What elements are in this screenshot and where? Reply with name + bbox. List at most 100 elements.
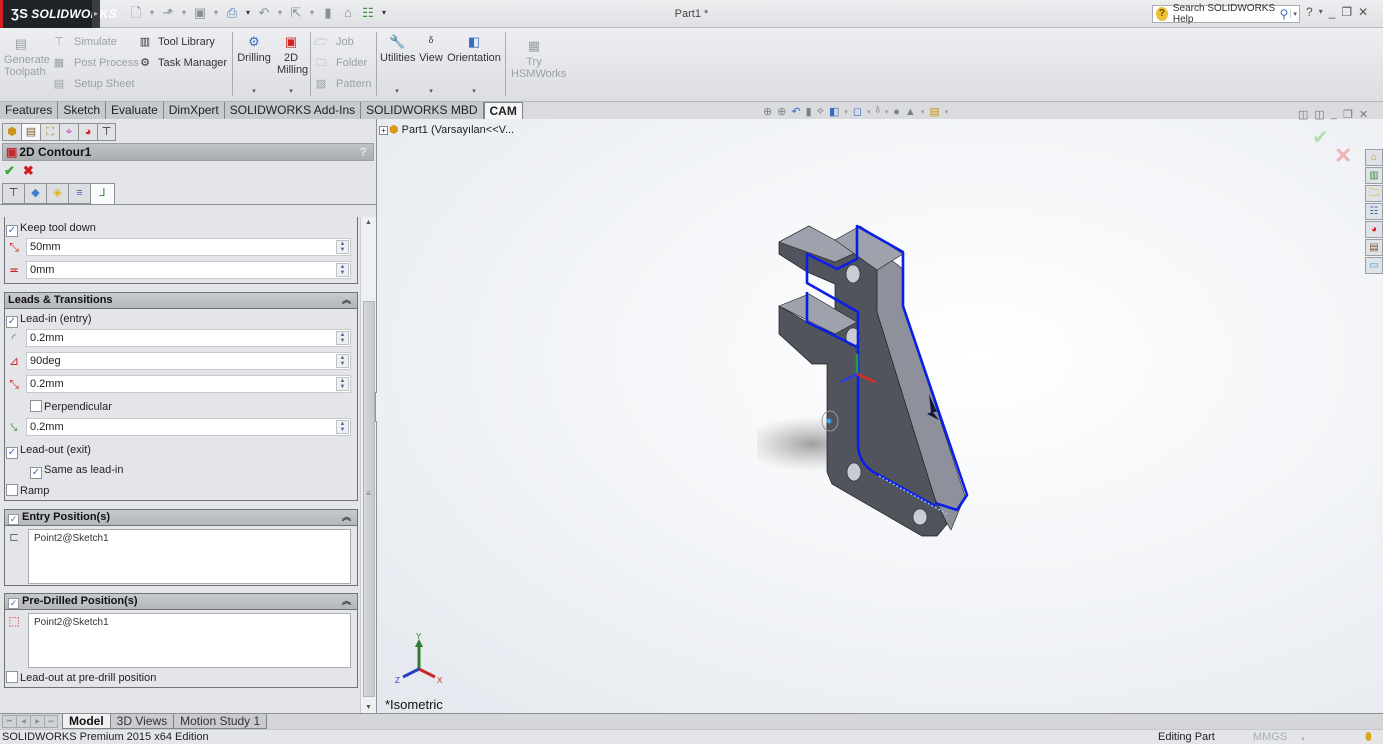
tab-solidworks-mbd[interactable]: SOLIDWORKS MBD — [361, 102, 484, 119]
cancel-x-icon[interactable]: ✖ — [23, 163, 34, 179]
dimxpert-manager-icon[interactable]: ⌖ — [59, 123, 78, 141]
spin-buttons[interactable]: ▲ ▼ — [336, 377, 349, 391]
view-button[interactable]: ᵟ View ▾ — [418, 34, 444, 100]
spin-buttons[interactable]: ▲ ▼ — [336, 331, 349, 345]
utilities-dropdown[interactable]: ▾ — [380, 86, 414, 98]
display-style-icon[interactable]: ◻ — [853, 105, 862, 118]
tool-tab[interactable]: ⊤ — [2, 183, 24, 204]
display-style-dropdown[interactable]: ▾ — [867, 108, 871, 116]
linking-tab[interactable]: ⅃ — [90, 183, 115, 205]
view-settings-icon[interactable]: ▤ — [929, 105, 939, 118]
confirm-ok-icon[interactable]: ✔ — [1312, 125, 1329, 150]
same-as-lead-in-row[interactable]: ✓ Same as lead-in — [30, 462, 124, 479]
search-icon[interactable]: ⚲ — [1280, 7, 1289, 21]
restore-icon[interactable]: ❐ — [1341, 5, 1352, 19]
perpendicular-row[interactable]: Perpendicular — [30, 399, 112, 415]
forum-icon[interactable]: ▭ — [1365, 257, 1383, 274]
print-dropdown[interactable]: ▾ — [244, 5, 252, 21]
close-icon[interactable]: ✕ — [1358, 5, 1368, 19]
view-orientation-dropdown[interactable]: ▾ — [844, 108, 848, 116]
spin-buttons[interactable]: ▲ ▼ — [336, 354, 349, 368]
last-tab-button[interactable]: ⏭ — [44, 715, 58, 728]
leads-transitions-header[interactable]: Leads & Transitions ︽ — [4, 292, 358, 309]
custom-properties-icon[interactable]: ▤ — [1365, 239, 1383, 256]
minimize-doc-icon[interactable]: _ — [1331, 108, 1337, 121]
configuration-manager-icon[interactable]: ⛶ — [40, 123, 59, 141]
list-item[interactable]: Point2@Sketch1 — [34, 533, 109, 544]
collapse-chevron-icon[interactable]: ︽ — [342, 594, 351, 609]
options-dropdown[interactable]: ▾ — [380, 5, 388, 21]
entry-positions-list[interactable]: Point2@Sketch1 — [28, 529, 351, 584]
zoom-to-fit-icon[interactable]: ⊕ — [763, 105, 772, 118]
2d-milling-dropdown[interactable]: ▾ — [274, 86, 308, 98]
lead-in-checkbox[interactable]: ✓ — [6, 316, 18, 328]
drilling-button[interactable]: ⚙ Drilling ▾ — [236, 34, 272, 100]
task-manager-button[interactable]: ⚙ Task Manager — [138, 56, 227, 70]
hide-show-dropdown[interactable]: ▾ — [885, 108, 889, 116]
rebuild-icon[interactable]: ▮ — [320, 5, 336, 21]
edit-appearance-icon[interactable]: ● — [893, 106, 900, 118]
new-document-icon[interactable]: 🗋 — [128, 5, 144, 21]
tool-library-button[interactable]: ▥ Tool Library — [138, 35, 215, 49]
undo-icon[interactable]: ↶ — [256, 5, 272, 21]
lead-out-checkbox[interactable]: ✓ — [6, 447, 18, 459]
split-view-icon[interactable]: ◫ — [1314, 108, 1324, 121]
help-search-input[interactable]: Search SOLIDWORKS Help — [1173, 3, 1280, 25]
feature-tab[interactable]: ◆ — [24, 183, 46, 204]
tab-cam[interactable]: CAM — [483, 102, 523, 120]
tab-evaluate[interactable]: Evaluate — [106, 102, 164, 119]
file-explorer-icon[interactable]: 🗀 — [1365, 185, 1383, 202]
select-dropdown[interactable]: ▾ — [308, 5, 316, 21]
display-manager-icon[interactable]: ◕ — [78, 123, 97, 141]
entry-point-dot[interactable] — [826, 418, 832, 424]
generate-toolpath-button[interactable]: ▤ Generate Toolpath — [4, 36, 50, 78]
predrilled-positions-header[interactable]: ✓ Pre-Drilled Position(s) ︽ — [4, 593, 358, 610]
entry-positions-header[interactable]: ✓ Entry Position(s) ︽ — [4, 509, 358, 526]
help-icon[interactable]: ? — [1306, 5, 1313, 19]
cam-tree-icon[interactable]: ⊤ — [97, 123, 116, 141]
confirm-cancel-icon[interactable]: ✕ — [1334, 143, 1352, 169]
lead-out-predrill-row[interactable]: Lead-out at pre-drill position — [6, 670, 156, 686]
spin-buttons[interactable]: ▲ ▼ — [336, 420, 349, 434]
tab-3d-views[interactable]: 3D Views — [109, 714, 175, 729]
keep-tool-down-row[interactable]: ✓ Keep tool down — [6, 220, 96, 237]
view-palette-icon[interactable]: ☷ — [1365, 203, 1383, 220]
hide-show-items-icon[interactable]: ᵟ — [876, 106, 880, 118]
view-orientation-icon[interactable]: ◧ — [829, 105, 839, 118]
part-model[interactable] — [757, 214, 997, 554]
tab-motion-study-1[interactable]: Motion Study 1 — [173, 714, 268, 729]
open-dropdown[interactable]: ▾ — [180, 5, 188, 21]
tab-features[interactable]: Features — [0, 102, 59, 119]
minimize-icon[interactable]: _ — [1329, 5, 1336, 19]
orientation-button[interactable]: ◧ Orientation ▾ — [446, 34, 502, 100]
search-dropdown[interactable]: ▾ — [1290, 10, 1299, 18]
first-tab-button[interactable]: ⏮ — [2, 715, 16, 728]
save-icon[interactable]: ▣ — [192, 5, 208, 21]
previous-tab-button[interactable]: ◀ — [16, 715, 30, 728]
lead-out-row[interactable]: ✓ Lead-out (exit) — [6, 442, 91, 459]
lead-in-row[interactable]: ✓ Lead-in (entry) — [6, 311, 92, 328]
collapse-chevron-icon[interactable]: ︽ — [342, 510, 351, 525]
ramp-checkbox[interactable] — [6, 484, 18, 496]
menu-expand-arrow[interactable]: ▸ — [92, 0, 100, 28]
tab-solidworks-add-ins[interactable]: SOLIDWORKS Add-Ins — [224, 102, 362, 119]
file-properties-icon[interactable]: ⌂ — [340, 5, 356, 21]
tab-sketch[interactable]: Sketch — [58, 102, 107, 119]
expand-icon[interactable]: + — [379, 126, 388, 135]
tab-dimxpert[interactable]: DimXpert — [163, 102, 225, 119]
view-settings-dropdown[interactable]: ▾ — [945, 108, 949, 116]
section-view-icon[interactable]: ▮ — [806, 105, 812, 118]
property-manager-icon[interactable]: ▤ — [21, 123, 40, 141]
close-doc-icon[interactable]: ✕ — [1359, 108, 1368, 121]
help-dropdown[interactable]: ▾ — [1319, 5, 1323, 19]
previous-view-icon[interactable]: ↶ — [791, 105, 800, 118]
same-as-lead-in-checkbox[interactable]: ✓ — [30, 467, 42, 479]
property-scrollbar[interactable]: ▲ ≡ ▼ — [360, 217, 376, 713]
home-icon[interactable]: ⌂ — [1365, 149, 1383, 166]
open-icon[interactable]: ⬏ — [160, 5, 176, 21]
2d-milling-button[interactable]: ▣ 2D Milling ▾ — [274, 34, 308, 100]
help-search-box[interactable]: ? Search SOLIDWORKS Help ⚲ ▾ — [1152, 3, 1300, 25]
scene-dropdown[interactable]: ▾ — [921, 108, 925, 116]
select-icon[interactable]: ⇱ — [288, 5, 304, 21]
linear-distance-field[interactable]: 0.2mm ▲ ▼ — [26, 375, 351, 393]
